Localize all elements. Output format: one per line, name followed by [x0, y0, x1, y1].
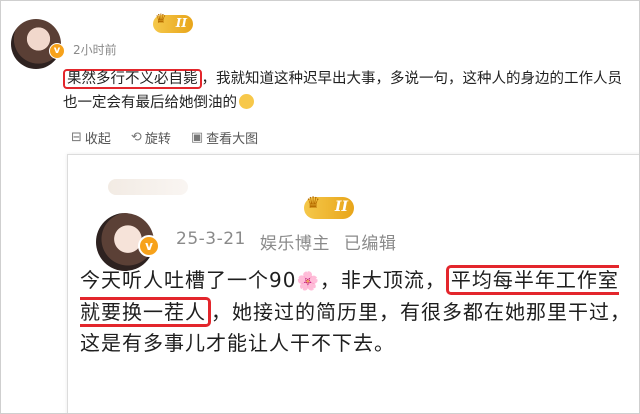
post-role: 娱乐博主 — [259, 234, 330, 254]
crown-icon: ♛ — [155, 12, 167, 27]
level-badge: ♛ II — [153, 12, 193, 33]
verified-badge-icon: v — [138, 235, 160, 257]
badge-level-text: II — [334, 199, 348, 215]
image-icon: ▣ — [190, 130, 204, 145]
flower-icon: 🌸 — [296, 271, 320, 292]
rotate-label: 旋转 — [144, 132, 171, 147]
post-meta: 25-3-21 娱乐博主 已编辑 — [176, 229, 396, 254]
crown-icon: ♛ — [306, 193, 321, 212]
level-badge: ♛ II — [304, 193, 354, 219]
sad-face-emoji-icon — [239, 94, 254, 109]
collapse-icon: ⊟ — [71, 130, 82, 145]
verified-badge-icon: v — [49, 43, 65, 59]
edited-label: 已编辑 — [343, 234, 397, 254]
post-text-part2: ，非大顶流， — [319, 268, 446, 292]
collapse-button[interactable]: ⊟ 收起 — [71, 128, 111, 147]
rotate-button[interactable]: ⟲ 旋转 — [131, 128, 171, 147]
image-actions-bar: ⊟ 收起 ⟲ 旋转 ▣ 查看大图 — [71, 128, 258, 147]
rotate-icon: ⟲ — [130, 130, 142, 145]
embedded-screenshot[interactable]: v ♛ II 25-3-21 娱乐博主 已编辑 今天听人吐槽了一个90🌸，非大顶… — [67, 154, 639, 413]
collapse-label: 收起 — [84, 132, 111, 147]
blurred-name — [108, 179, 188, 195]
highlighted-phrase: 果然多行不义必自毙 — [63, 69, 202, 89]
view-large-label: 查看大图 — [206, 132, 259, 147]
comment-timestamp: 2小时前 — [73, 43, 117, 57]
post-date: 25-3-21 — [176, 229, 246, 249]
post-body: 今天听人吐槽了一个90🌸，非大顶流， 平均每半年工作室就要换一茬人 ，她接过的简历里… — [80, 265, 632, 359]
view-large-button[interactable]: ▣ 查看大图 — [191, 128, 258, 147]
badge-level-text: II — [175, 16, 187, 30]
comment-body: 果然多行不义必自毙 ，我就知道这种迟早出大事，多说一句，这种人的身边的工作人员也一… — [63, 67, 635, 115]
post-text-part1: 今天听人吐槽了一个90 — [80, 268, 297, 292]
weibo-comment-card: v ♛ II 2小时前 果然多行不义必自毙 ，我就知道这种迟早出大事，多说一句，这… — [0, 0, 640, 414]
